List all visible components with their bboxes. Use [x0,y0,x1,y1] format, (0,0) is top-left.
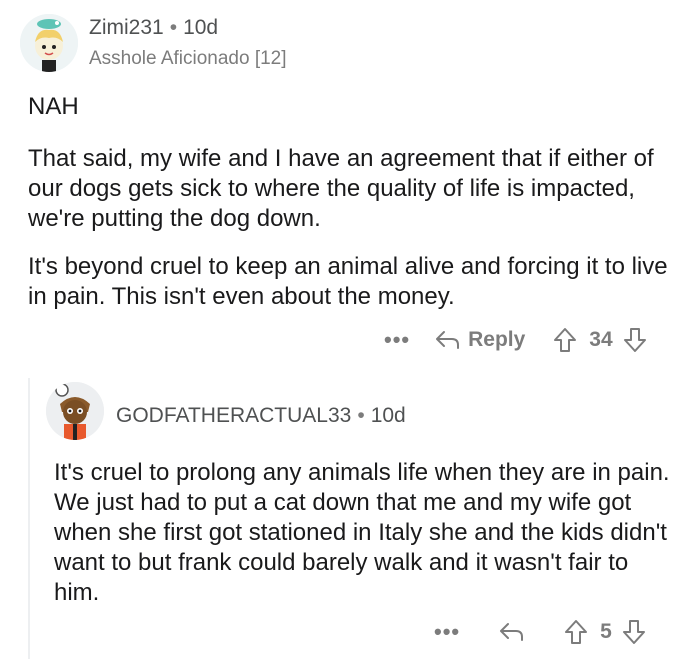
reply-arrow-icon[interactable] [498,621,524,643]
reply-arrow-icon [434,329,460,351]
reply-action-bar: ••• 5 [434,617,646,647]
more-options-icon[interactable]: ••• [434,619,460,645]
author-name[interactable]: GODFATHERACTUAL33 [116,404,351,427]
comment-body: NAH That said, my wife and I have an agr… [28,92,668,330]
more-options-icon[interactable]: ••• [384,327,410,353]
meta-separator: • [169,16,178,39]
vote-score: 5 [600,620,612,643]
downvote-arrow-icon[interactable] [622,619,646,645]
reply-author[interactable]: GODFATHERACTUAL33 • 10d [116,404,406,428]
user-flair: Asshole Aficionado [12] [89,48,287,69]
user-avatar[interactable] [20,14,78,72]
comment-author[interactable]: Zimi231 • 10d [89,16,218,40]
snoo-avatar-icon [46,382,104,440]
author-name[interactable]: Zimi231 [89,16,164,39]
meta-separator: • [357,404,365,427]
reply-label: Reply [468,328,526,351]
reply-button[interactable]: Reply [434,328,525,352]
comment-paragraph: That said, my wife and I have an agreeme… [28,145,654,232]
comment-paragraph: It's beyond cruel to keep an animal aliv… [28,253,668,310]
downvote-arrow-icon[interactable] [623,327,647,353]
reply-body: It's cruel to prolong any animals life w… [54,458,679,626]
upvote-arrow-icon[interactable] [564,619,588,645]
comment-age: 10d [370,404,406,427]
vote-score: 34 [589,328,613,351]
comment-paragraph: It's cruel to prolong any animals life w… [54,459,670,606]
comment-paragraph: NAH [28,93,79,120]
comment-action-bar: ••• Reply 34 [384,325,647,355]
upvote-arrow-icon[interactable] [553,327,577,353]
snoo-avatar-icon [20,14,78,72]
reply-user-avatar[interactable] [46,382,104,440]
thread-line[interactable] [28,378,30,659]
comment-age: 10d [183,16,219,39]
